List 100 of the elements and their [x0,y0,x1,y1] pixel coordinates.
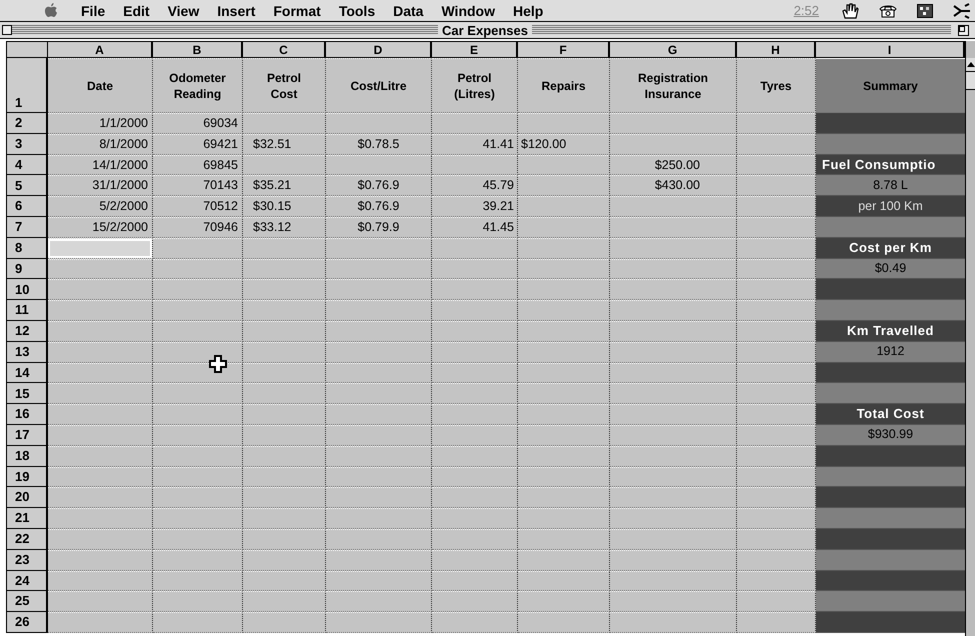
table-cell[interactable]: 31/1/2000 [48,175,153,196]
menu-item[interactable]: Data [384,0,432,20]
apple-icon[interactable] [44,2,58,18]
table-cell[interactable] [816,383,965,404]
table-cell[interactable]: Total Cost [816,404,965,425]
table-cell[interactable] [816,216,965,238]
zoom-box[interactable] [958,24,969,36]
menu-item[interactable]: Window [432,0,504,20]
column-header[interactable]: A [48,41,153,58]
table-cell[interactable]: $250.00 [610,154,737,176]
table-cell[interactable]: 5/2/2000 [48,196,153,217]
column-header[interactable]: H [737,41,816,58]
menu-item[interactable]: Edit [114,0,159,20]
table-cell[interactable]: $0.79.9 [326,216,432,238]
row-header[interactable]: 13 [6,342,48,363]
table-cell[interactable]: $0.78.5 [326,134,432,155]
table-cell[interactable] [816,487,965,508]
row-header[interactable]: 23 [6,550,48,571]
table-cell[interactable]: $930.99 [816,424,965,446]
table-cell[interactable]: 1912 [816,342,965,363]
hand-icon[interactable] [841,2,859,18]
row-header[interactable]: 1 [6,58,48,113]
table-cell[interactable] [816,113,965,134]
row-header[interactable]: 7 [6,216,48,238]
row-header[interactable]: 15 [6,383,48,404]
table-cell[interactable]: 14/1/2000 [48,154,153,176]
close-box[interactable] [2,25,12,35]
row-header[interactable]: 19 [6,466,48,488]
table-cell[interactable]: 70946 [153,216,243,238]
column-header[interactable]: B [153,41,243,58]
table-cell[interactable] [816,612,965,633]
column-header[interactable]: G [610,41,737,58]
tool-icon[interactable] [953,2,971,18]
menu-item[interactable]: File [72,0,114,20]
row-header[interactable]: 3 [6,134,48,155]
row-header[interactable]: 21 [6,508,48,529]
table-cell[interactable]: $33.12 [243,216,326,238]
row-header[interactable]: 8 [6,238,48,259]
table-cell[interactable]: 41.41 [432,134,518,155]
grid-icon[interactable] [917,4,933,18]
table-cell[interactable] [816,134,965,155]
scroll-bar[interactable] [965,41,975,636]
table-cell[interactable]: $120.00 [518,134,610,155]
row-header[interactable]: 10 [6,279,48,300]
row-header[interactable]: 2 [6,113,48,134]
table-cell[interactable] [816,550,965,571]
row-header[interactable]: 22 [6,528,48,550]
table-cell[interactable]: 39.21 [432,196,518,217]
table-cell[interactable]: 45.79 [432,175,518,196]
row-header[interactable]: 20 [6,487,48,508]
table-cell[interactable]: 70512 [153,196,243,217]
table-cell[interactable]: $35.21 [243,175,326,196]
table-cell[interactable]: $0.76.9 [326,175,432,196]
row-header[interactable]: 4 [6,154,48,176]
column-header[interactable]: E [432,41,518,58]
table-cell[interactable]: $0.49 [816,258,965,280]
table-cell[interactable]: 15/2/2000 [48,216,153,238]
menu-item[interactable]: Help [504,0,552,20]
menu-item[interactable]: Format [264,0,330,20]
table-cell[interactable]: Km Travelled [816,320,965,342]
column-header[interactable]: D [326,41,432,58]
row-header[interactable]: 17 [6,424,48,446]
column-header[interactable]: I [816,41,965,58]
menu-item[interactable]: Tools [330,0,384,20]
table-cell[interactable] [816,300,965,321]
row-header[interactable]: 25 [6,591,48,612]
row-header[interactable]: 11 [6,300,48,321]
column-header[interactable]: F [518,41,610,58]
scroll-thumb[interactable] [966,72,975,90]
table-cell[interactable] [816,362,965,384]
table-cell[interactable] [816,591,965,612]
table-cell[interactable] [816,466,965,488]
table-cell[interactable]: 69034 [153,113,243,134]
table-cell[interactable]: 8.78 L [816,175,965,196]
table-cell[interactable] [816,570,965,592]
menu-item[interactable]: View [158,0,208,20]
telephone-icon[interactable] [879,4,897,18]
row-header[interactable]: 5 [6,175,48,196]
row-header[interactable]: 26 [6,612,48,633]
row-header[interactable]: 12 [6,320,48,342]
table-cell[interactable]: 70143 [153,175,243,196]
table-cell[interactable]: 69845 [153,154,243,176]
table-cell[interactable]: $32.51 [243,134,326,155]
table-cell[interactable] [816,446,965,467]
menu-item[interactable]: Insert [208,0,264,20]
table-cell[interactable]: 41.45 [432,216,518,238]
row-header[interactable]: 24 [6,570,48,592]
table-cell[interactable]: 1/1/2000 [48,113,153,134]
table-cell[interactable] [816,279,965,300]
row-header[interactable]: 14 [6,362,48,384]
table-cell[interactable]: 8/1/2000 [48,134,153,155]
table-cell[interactable]: 69421 [153,134,243,155]
table-cell[interactable]: $30.15 [243,196,326,217]
column-header[interactable]: C [243,41,326,58]
table-cell[interactable] [816,528,965,550]
row-header[interactable]: 9 [6,258,48,280]
table-cell[interactable]: Cost per Km [816,238,965,259]
row-header[interactable]: 18 [6,446,48,467]
table-cell[interactable]: $0.76.9 [326,196,432,217]
corner-header[interactable] [6,41,48,58]
